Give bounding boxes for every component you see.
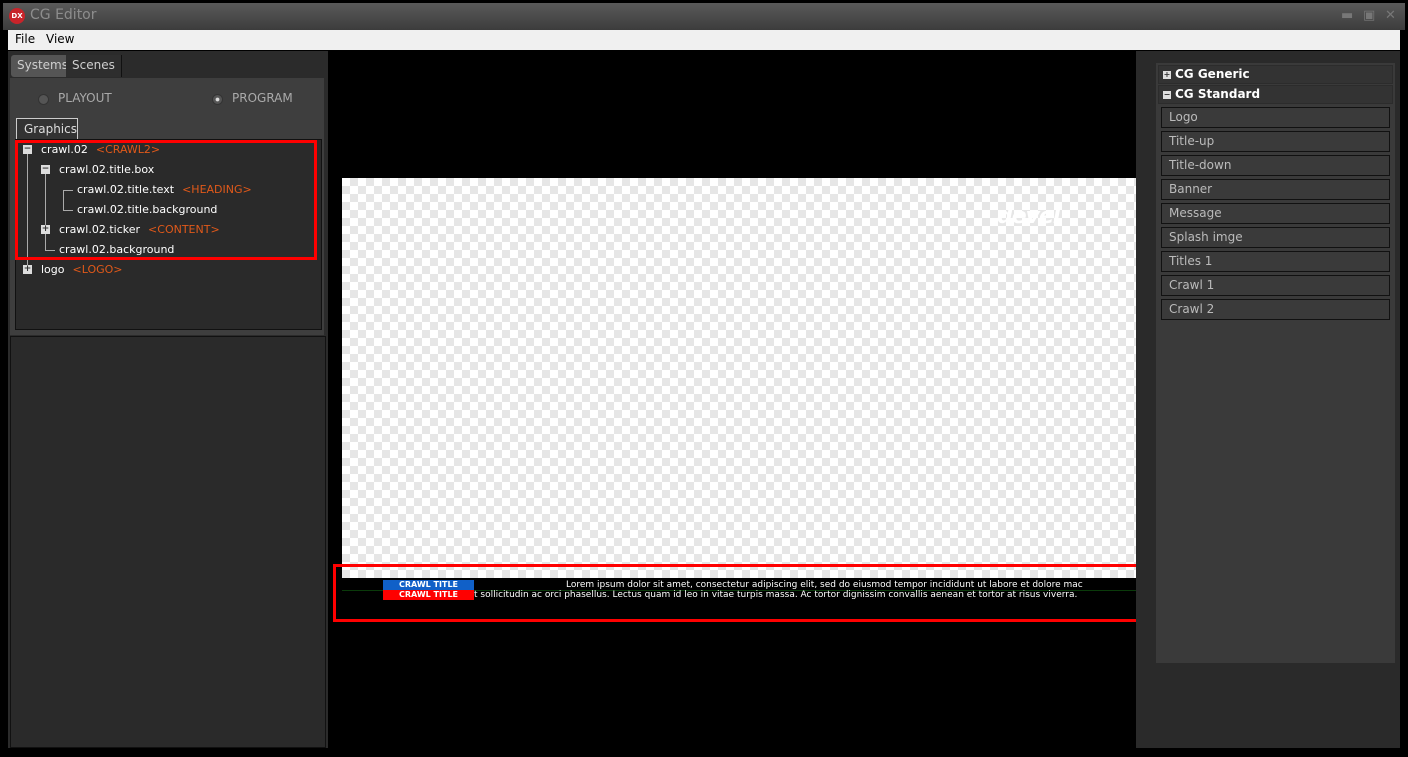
minimize-icon[interactable]: ▬ xyxy=(1341,9,1354,22)
tab-systems[interactable]: Systems xyxy=(11,55,74,77)
node-tag: <LOGO> xyxy=(72,263,123,276)
expand-icon[interactable]: + xyxy=(23,265,32,274)
app-logo-icon: DX xyxy=(9,8,25,24)
template-item[interactable]: Crawl 1 xyxy=(1161,275,1390,296)
window-title: CG Editor xyxy=(30,7,97,23)
preview-canvas[interactable]: devel xyxy=(342,178,1136,578)
node-label: logo xyxy=(41,263,65,276)
highlight-box-tree xyxy=(15,140,317,260)
preview-area: devel Lorem ipsum dolor sit amet, consec… xyxy=(342,51,1136,748)
template-item[interactable]: Banner xyxy=(1161,179,1390,200)
template-item[interactable]: Title-down xyxy=(1161,155,1390,176)
collapse-icon: − xyxy=(1163,90,1171,99)
title-bar: DX CG Editor ▬ ▣ ✕ xyxy=(3,3,1405,30)
menu-view[interactable]: View xyxy=(46,32,74,46)
playout-label: PLAYOUT xyxy=(58,91,112,105)
maximize-icon[interactable]: ▣ xyxy=(1363,9,1376,22)
tree-node[interactable]: logo <LOGO> xyxy=(41,263,123,276)
group-label: CG Generic xyxy=(1175,67,1250,81)
group-cg-standard[interactable]: − CG Standard xyxy=(1158,85,1393,104)
expand-icon: + xyxy=(1163,70,1171,79)
program-label: PROGRAM xyxy=(232,91,293,105)
properties-pane xyxy=(10,336,326,748)
close-icon[interactable]: ✕ xyxy=(1385,9,1398,22)
devel-logo: devel xyxy=(997,204,1060,229)
menu-file[interactable]: File xyxy=(15,32,35,46)
menu-bar: File View xyxy=(8,30,1400,50)
template-item[interactable]: Crawl 2 xyxy=(1161,299,1390,320)
template-item[interactable]: Title-up xyxy=(1161,131,1390,152)
highlight-box-crawl xyxy=(333,564,1145,622)
group-label: CG Standard xyxy=(1175,87,1261,101)
template-item[interactable]: Titles 1 xyxy=(1161,251,1390,272)
program-radio[interactable] xyxy=(212,94,223,105)
right-panel: + CG Generic − CG Standard Logo Title-up T… xyxy=(1136,51,1400,748)
tab-scenes[interactable]: Scenes xyxy=(66,55,122,77)
tab-graphics[interactable]: Graphics xyxy=(16,118,78,139)
template-item[interactable]: Logo xyxy=(1161,107,1390,128)
template-item[interactable]: Message xyxy=(1161,203,1390,224)
template-item[interactable]: Splash imge xyxy=(1161,227,1390,248)
template-list: + CG Generic − CG Standard Logo Title-up T… xyxy=(1156,63,1395,663)
group-cg-generic[interactable]: + CG Generic xyxy=(1158,65,1393,84)
playout-radio[interactable] xyxy=(38,94,49,105)
